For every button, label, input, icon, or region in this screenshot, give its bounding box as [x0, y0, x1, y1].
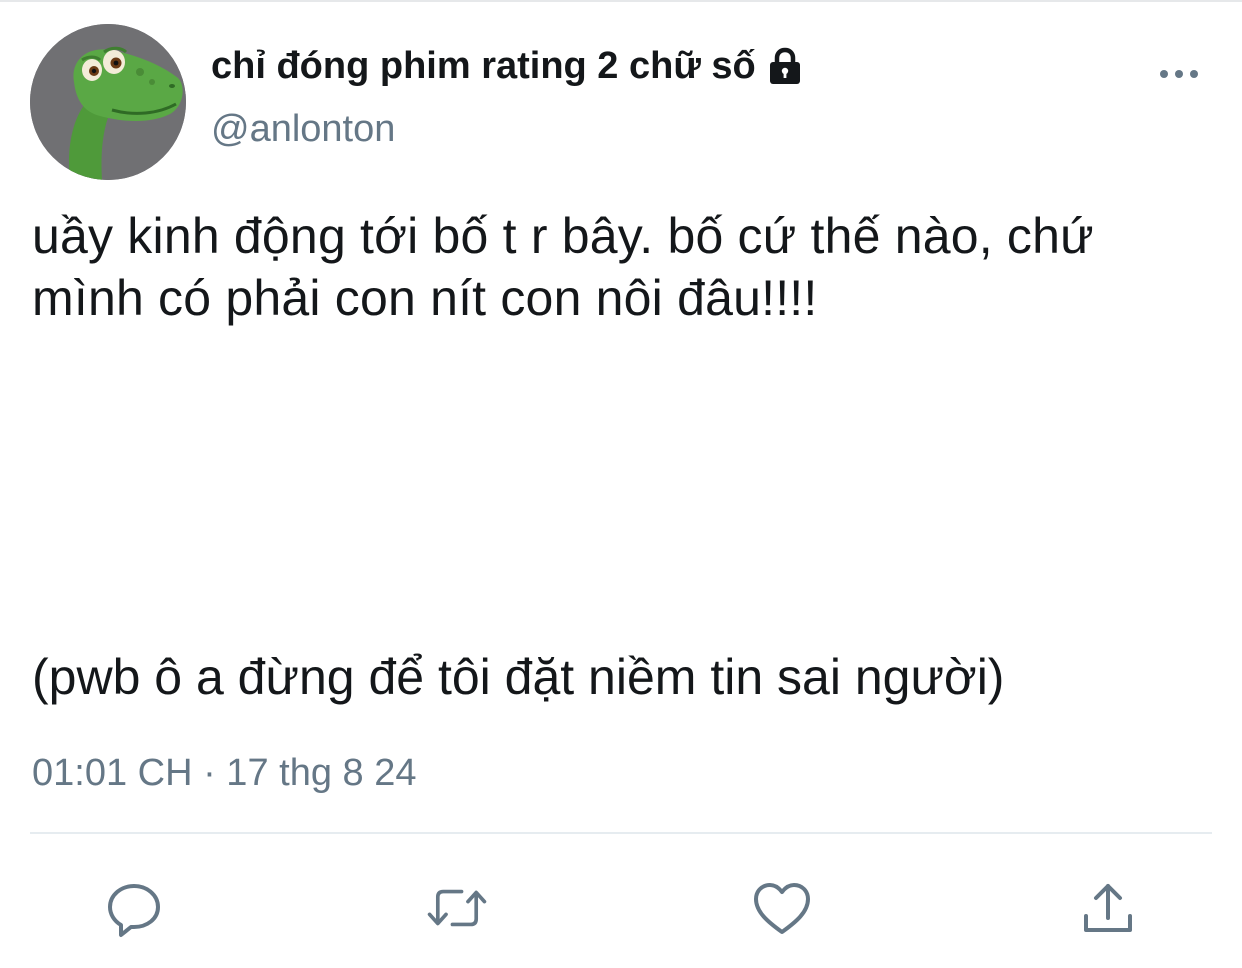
display-name[interactable]: chỉ đóng phim rating 2 chữ số: [211, 45, 756, 88]
tweet-timestamp[interactable]: 01:01 CH · 17 thg 8 24: [32, 752, 416, 795]
heart-icon: [754, 883, 810, 934]
share-icon: [1084, 884, 1132, 932]
dinosaur-avatar-image: [30, 24, 186, 180]
user-handle[interactable]: @anlonton: [211, 108, 395, 151]
retweet-button[interactable]: [425, 876, 489, 940]
display-name-row[interactable]: chỉ đóng phim rating 2 chữ số: [211, 40, 806, 92]
tweet-text-secondary: (pwb ô a đừng để tôi đặt niềm tin sai ng…: [32, 649, 1005, 705]
reply-button[interactable]: [102, 876, 166, 940]
reply-icon: [108, 884, 160, 937]
divider: [30, 832, 1212, 834]
more-icon[interactable]: [1158, 62, 1200, 86]
avatar[interactable]: [30, 24, 186, 180]
tweet-text: uầy kinh động tới bố t r bây. bố cứ thế …: [32, 208, 1094, 326]
like-button[interactable]: [750, 876, 814, 940]
lock-icon: [764, 45, 806, 87]
share-button[interactable]: [1076, 876, 1140, 940]
retweet-icon: [427, 889, 487, 927]
top-divider: [0, 0, 1242, 2]
tweet-card: chỉ đóng phim rating 2 chữ số @anlonton …: [0, 0, 1242, 968]
